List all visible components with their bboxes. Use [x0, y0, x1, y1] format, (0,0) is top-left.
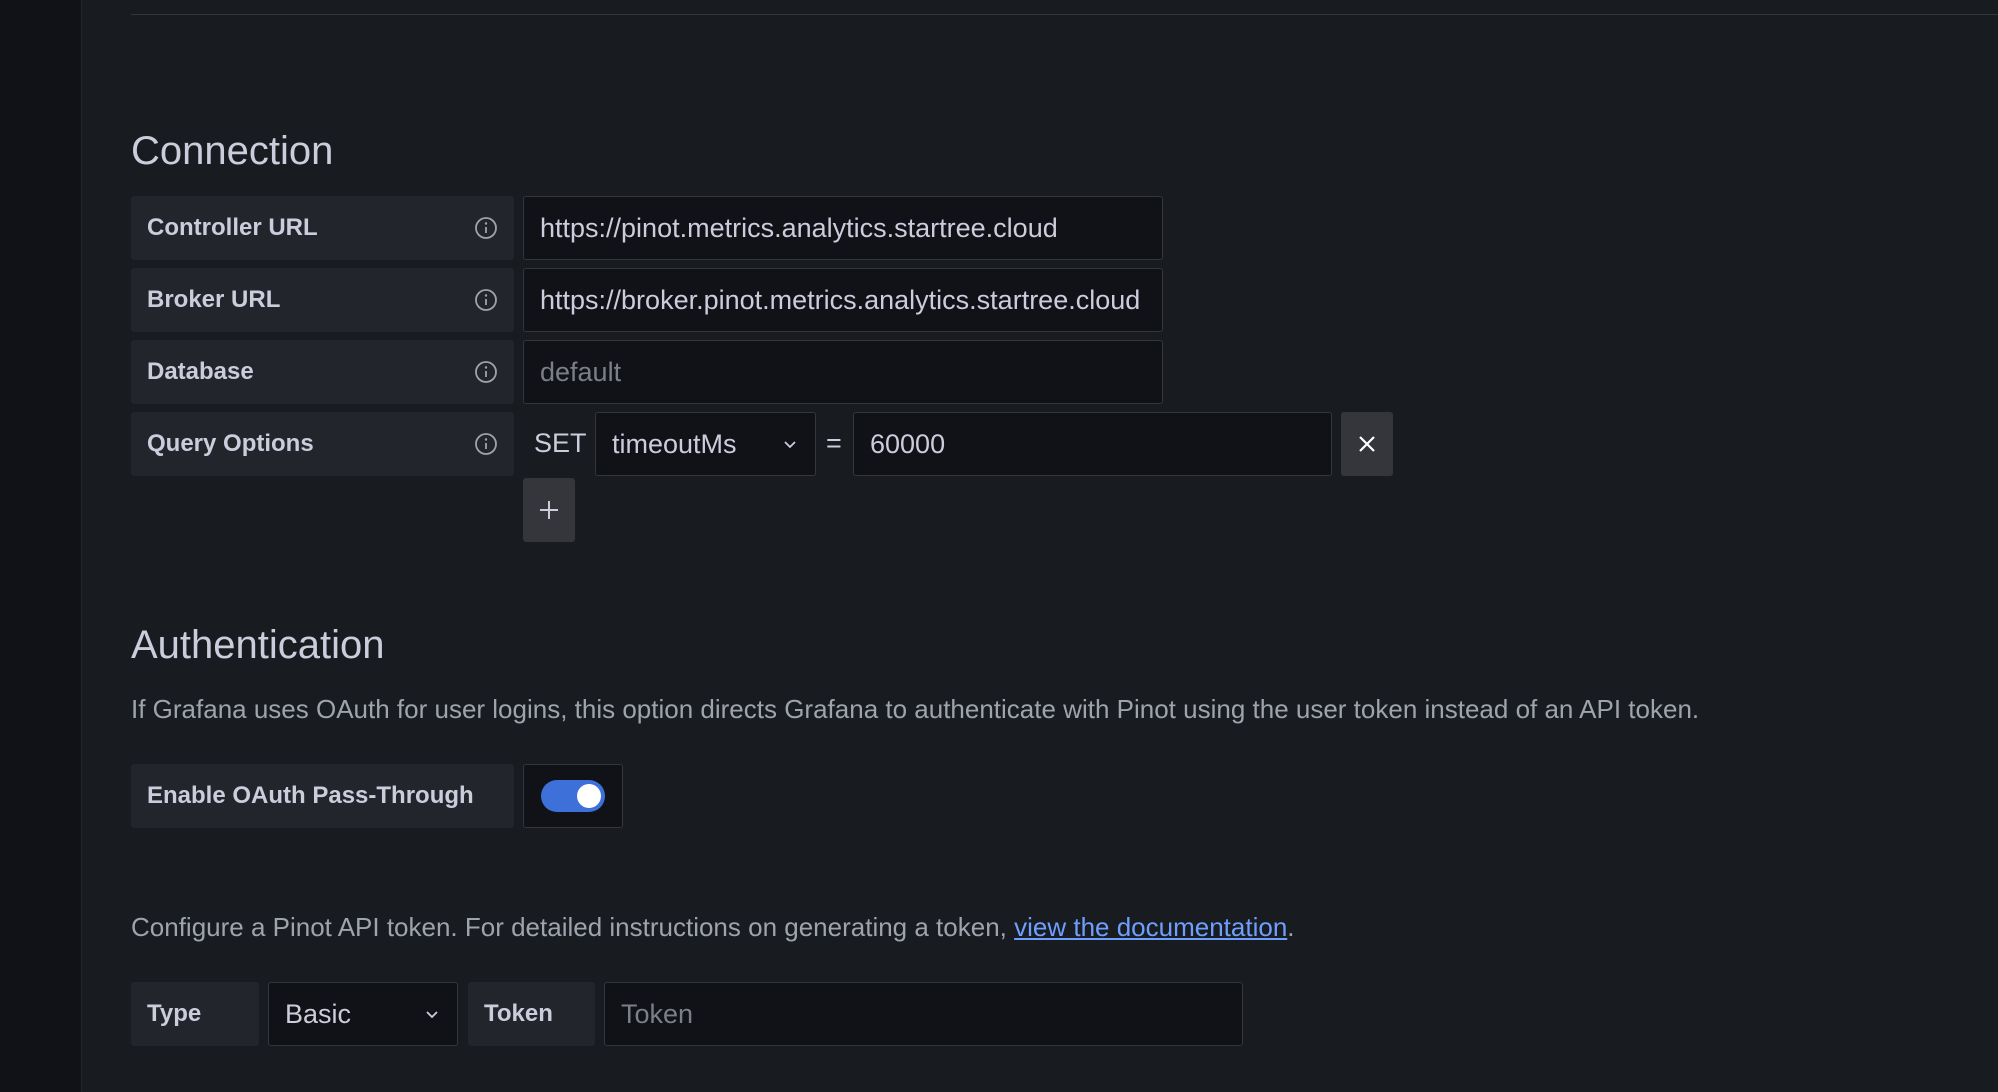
auth-type-value: Basic — [285, 999, 351, 1030]
query-options-label-text: Query Options — [147, 430, 314, 458]
database-label-text: Database — [147, 358, 254, 386]
database-input[interactable]: default — [523, 340, 1163, 404]
close-icon — [1356, 433, 1378, 455]
plus-icon — [537, 498, 561, 522]
auth-type-label-text: Type — [147, 1000, 201, 1028]
documentation-link[interactable]: view the documentation — [1014, 912, 1287, 942]
oauth-passthrough-label: Enable OAuth Pass-Through — [131, 764, 514, 828]
broker-url-label: Broker URL — [131, 268, 514, 332]
left-nav-rail — [0, 0, 82, 1092]
query-option-key-select[interactable]: timeoutMs — [595, 412, 816, 476]
database-label: Database — [131, 340, 514, 404]
controller-url-input[interactable]: https://pinot.metrics.analytics.startree… — [523, 196, 1163, 260]
oauth-passthrough-toggle[interactable] — [541, 780, 605, 812]
remove-query-option-button[interactable] — [1341, 412, 1393, 476]
query-option-value-input[interactable]: 60000 — [853, 412, 1332, 476]
info-circle-icon[interactable] — [474, 432, 498, 456]
connection-section-title: Connection — [131, 131, 333, 171]
oauth-passthrough-toggle-container — [523, 764, 623, 828]
token-input[interactable]: Token — [604, 982, 1243, 1046]
authentication-section-title: Authentication — [131, 625, 385, 665]
add-query-option-button[interactable] — [523, 478, 575, 542]
token-label: Token — [468, 982, 595, 1046]
token-description-prefix: Configure a Pinot API token. For detaile… — [131, 912, 1014, 942]
token-description: Configure a Pinot API token. For detaile… — [131, 912, 1295, 943]
toggle-knob — [577, 784, 601, 808]
chevron-down-icon — [781, 435, 799, 453]
section-divider — [131, 14, 1998, 15]
token-label-text: Token — [484, 1000, 553, 1028]
broker-url-input[interactable]: https://broker.pinot.metrics.analytics.s… — [523, 268, 1163, 332]
token-description-suffix: . — [1287, 912, 1294, 942]
broker-url-label-text: Broker URL — [147, 286, 280, 314]
query-options-label: Query Options — [131, 412, 514, 476]
auth-type-select[interactable]: Basic — [268, 982, 458, 1046]
info-circle-icon[interactable] — [474, 288, 498, 312]
info-circle-icon[interactable] — [474, 360, 498, 384]
set-keyword: SET — [534, 428, 587, 459]
controller-url-label-text: Controller URL — [147, 214, 318, 242]
query-option-key-value: timeoutMs — [612, 429, 737, 460]
equals-sign: = — [826, 428, 842, 459]
oauth-passthrough-label-text: Enable OAuth Pass-Through — [147, 782, 474, 810]
auth-type-label: Type — [131, 982, 259, 1046]
oauth-description: If Grafana uses OAuth for user logins, t… — [131, 694, 1699, 725]
info-circle-icon[interactable] — [474, 216, 498, 240]
chevron-down-icon — [423, 1005, 441, 1023]
controller-url-label: Controller URL — [131, 196, 514, 260]
